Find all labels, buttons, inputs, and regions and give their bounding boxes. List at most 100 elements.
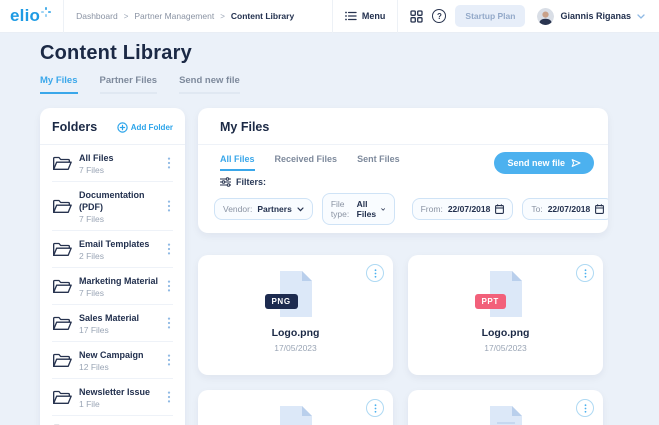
logo-sparkle-icon <box>41 7 52 17</box>
top-nav: elio Dashboard > Partner Management > Co… <box>0 0 659 33</box>
folder-item-new-campaign[interactable]: New Campaign 12 Files <box>52 342 173 379</box>
vendor-filter-value: Partners <box>257 204 292 214</box>
file-type-filter-select[interactable]: File type: All Files <box>321 193 395 225</box>
date-to-value: 22/07/2018 <box>547 204 591 214</box>
list-menu-icon <box>345 11 357 21</box>
divider <box>63 0 65 33</box>
page: Content Library My Files Partner Files S… <box>0 33 659 425</box>
folder-item-email-templates[interactable]: Email Templates 2 Files <box>52 231 173 268</box>
folder-kebab-button[interactable] <box>165 198 173 214</box>
help-icon: ? <box>432 9 447 23</box>
tab-received-files[interactable]: Received Files <box>275 154 338 171</box>
help-button[interactable]: ? <box>432 9 447 23</box>
file-kebab-button[interactable] <box>576 264 594 282</box>
add-folder-button[interactable]: Add Folder <box>117 121 173 133</box>
folder-name: All Files <box>79 152 114 163</box>
filters-label: Filters: <box>220 177 608 187</box>
file-date: 17/05/2023 <box>274 343 317 353</box>
date-from-input[interactable]: From: 22/07/2018 <box>411 198 514 220</box>
file-kebab-button[interactable] <box>366 399 384 417</box>
date-from-value: 22/07/2018 <box>447 204 491 214</box>
breadcrumb: Dashboard > Partner Management > Content… <box>76 11 294 21</box>
folder-name: Newsletter Issue <box>79 386 151 397</box>
folder-name: Email Templates <box>79 238 150 249</box>
folder-item-all-files[interactable]: All Files 7 Files <box>52 145 173 182</box>
breadcrumb-separator: > <box>220 11 225 21</box>
folder-kebab-button[interactable] <box>165 389 173 405</box>
file-card[interactable]: PPT Logo.png 17/05/2023 <box>408 255 603 375</box>
brand-logo[interactable]: elio <box>10 6 52 26</box>
tab-sent-files[interactable]: Sent Files <box>357 154 400 171</box>
file-card[interactable]: PNG Logo.png 17/05/2023 <box>198 255 393 375</box>
tab-partner-files[interactable]: Partner Files <box>99 75 158 94</box>
folders-header: Folders Add Folder <box>52 120 173 134</box>
folder-kebab-button[interactable] <box>165 241 173 257</box>
file-icon: XLS <box>277 405 315 425</box>
page-title: Content Library <box>40 42 192 64</box>
add-folder-label: Add Folder <box>130 122 173 132</box>
divider <box>331 0 333 33</box>
breadcrumb-dashboard[interactable]: Dashboard <box>76 11 118 21</box>
tab-my-files[interactable]: My Files <box>40 75 78 94</box>
folder-item-marketing-material[interactable]: Marketing Material 7 Files <box>52 268 173 305</box>
apps-grid-button[interactable] <box>410 9 424 23</box>
files-column: My Files All Files Received Files Sent F… <box>198 108 608 425</box>
folder-icon <box>53 353 72 367</box>
send-new-file-label: Send new file <box>507 158 565 168</box>
folder-icon <box>53 316 72 330</box>
brand-logo-text: elio <box>10 6 41 25</box>
folder-item-newsletter-issue[interactable]: Newsletter Issue 1 File <box>52 379 173 416</box>
folder-item-documentation-pdf[interactable]: Documentation (PDF) 7 Files <box>52 182 173 231</box>
folder-kebab-button[interactable] <box>165 278 173 294</box>
file-name: Logo.png <box>271 327 320 339</box>
folder-name: Marketing Material <box>79 275 159 286</box>
file-type-badge: PPT <box>474 294 506 309</box>
folders-panel: Folders Add Folder All Files 7 Files Doc… <box>40 108 185 425</box>
folder-icon <box>53 279 72 293</box>
file-card[interactable] <box>408 390 603 425</box>
folder-kebab-button[interactable] <box>165 352 173 368</box>
folder-name: Documentation (PDF) <box>79 189 145 212</box>
calendar-icon <box>595 204 605 214</box>
breadcrumb-partner-management[interactable]: Partner Management <box>134 11 214 21</box>
file-icon: PPT <box>474 270 525 318</box>
folder-name: New Campaign <box>79 349 144 360</box>
file-type-filter-label: File type: <box>330 199 350 219</box>
date-to-input[interactable]: To: 22/07/2018 <box>522 198 608 220</box>
date-to-label: To: <box>531 204 543 214</box>
user-name: Giannis Riganas <box>560 11 631 21</box>
folder-item-sales-material[interactable]: Sales Material 17 Files <box>52 305 173 342</box>
date-from-label: From: <box>420 204 443 214</box>
content: Folders Add Folder All Files 7 Files Doc… <box>0 94 659 425</box>
vendor-filter-select[interactable]: Vendor: Partners <box>214 198 313 220</box>
folder-count: 2 Files <box>79 250 105 261</box>
folder-kebab-button[interactable] <box>165 315 173 331</box>
calendar-icon <box>495 204 505 214</box>
user-menu[interactable]: Giannis Riganas <box>537 7 645 25</box>
app-root: elio Dashboard > Partner Management > Co… <box>0 0 659 425</box>
folder-count: 7 Files <box>79 213 105 224</box>
vendor-filter-label: Vendor: <box>223 204 253 214</box>
folder-kebab-button[interactable] <box>165 155 173 171</box>
folder-icon <box>53 199 72 213</box>
folder-item-product-updates[interactable]: Product Updates <box>52 416 173 425</box>
tab-all-files[interactable]: All Files <box>220 154 255 171</box>
file-type-filter-value: All Files <box>356 199 377 219</box>
file-kebab-button[interactable] <box>366 264 384 282</box>
grid-icon <box>410 9 424 23</box>
file-card[interactable]: XLS <box>198 390 393 425</box>
file-type-badge: PNG <box>264 294 298 309</box>
plan-badge[interactable]: Startup Plan <box>455 5 526 27</box>
folder-count: 1 File <box>79 398 100 409</box>
file-date: 17/05/2023 <box>484 343 527 353</box>
folder-count: 12 Files <box>79 361 109 372</box>
nav-right: Menu ? Startup Plan Giannis Riganas <box>320 0 645 33</box>
tab-send-new-file[interactable]: Send new file <box>179 75 240 94</box>
avatar <box>537 7 555 25</box>
chevron-down-icon <box>637 13 645 19</box>
menu-button[interactable]: Menu <box>345 11 385 21</box>
file-kebab-button[interactable] <box>576 399 594 417</box>
folder-icon <box>53 390 72 404</box>
folder-count: 7 Files <box>79 287 105 298</box>
send-new-file-button[interactable]: Send new file <box>494 152 594 174</box>
